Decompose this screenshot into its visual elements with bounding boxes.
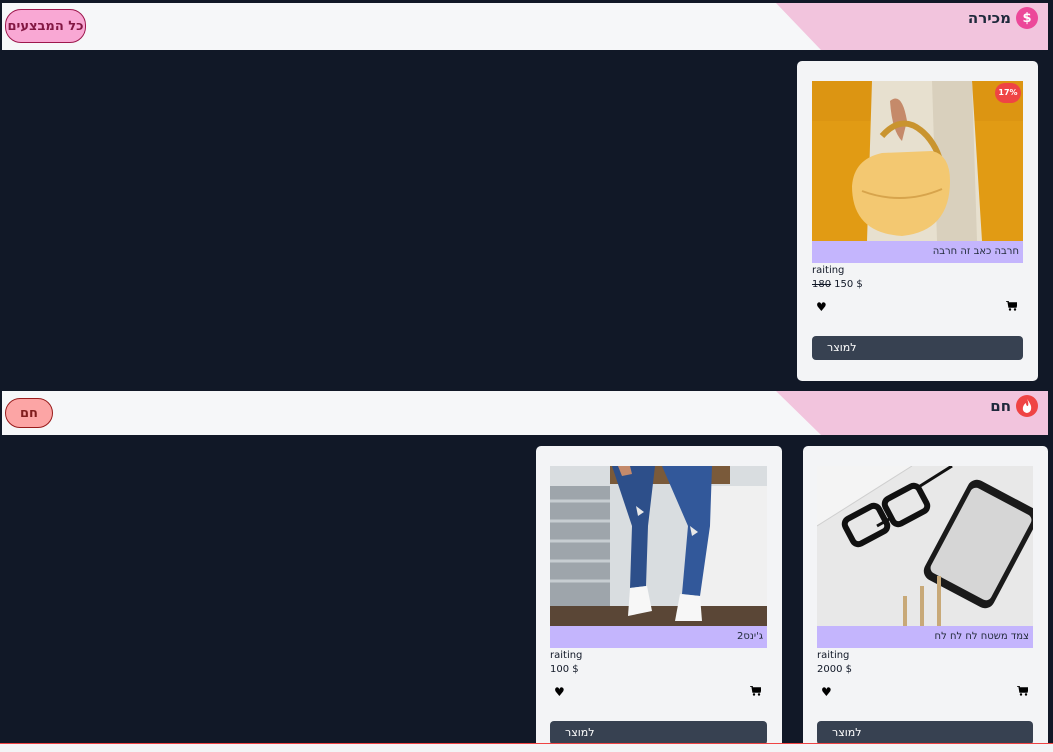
product-title: צמד משטח לח לח לח	[817, 626, 1033, 648]
product-card: 17% חרבה כאב זה חרבה raiting 180 150 $ ♥ …	[797, 61, 1038, 381]
heart-icon[interactable]: ♥	[821, 686, 832, 698]
product-rating: raiting	[550, 650, 583, 661]
view-product-button[interactable]: למוצר	[812, 336, 1023, 360]
hot-section-header: חם חם	[2, 391, 1048, 435]
heart-icon[interactable]: ♥	[816, 301, 827, 313]
product-rating: raiting	[817, 650, 850, 661]
current-price: 100 $	[550, 664, 579, 675]
sale-section-header: מכירה $ כל המבצעים	[2, 3, 1048, 50]
view-product-button[interactable]: למוצר	[550, 721, 767, 745]
product-image[interactable]: 17%	[812, 81, 1023, 241]
product-image[interactable]	[817, 466, 1033, 626]
all-deals-button[interactable]: כל המבצעים	[5, 9, 86, 43]
view-product-button[interactable]: למוצר	[817, 721, 1033, 745]
old-price: 180	[812, 279, 832, 290]
fire-icon	[1016, 395, 1038, 417]
current-price: 2000 $	[817, 664, 852, 675]
hot-section-title: חם	[990, 395, 1038, 417]
hot-button[interactable]: חם	[5, 398, 53, 428]
discount-badge: 17%	[995, 83, 1021, 103]
hot-title-text: חם	[990, 397, 1011, 415]
product-price: 180 150 $	[812, 279, 863, 290]
sale-section-title: מכירה $	[968, 7, 1038, 29]
product-price: 100 $	[550, 664, 579, 675]
product-rating: raiting	[812, 265, 845, 276]
product-image[interactable]	[550, 466, 767, 626]
product-card: צמד משטח לח לח לח raiting 2000 $ ♥ למוצר	[803, 446, 1048, 751]
cart-icon[interactable]	[1006, 300, 1018, 313]
product-card: ג'ינס2 raiting 100 $ ♥ למוצר	[536, 446, 782, 751]
cart-icon[interactable]	[750, 685, 762, 698]
current-price: 150 $	[834, 279, 863, 290]
heart-icon[interactable]: ♥	[554, 686, 565, 698]
sale-title-text: מכירה	[967, 9, 1011, 27]
dollar-icon: $	[1016, 7, 1038, 29]
product-title: חרבה כאב זה חרבה	[812, 241, 1023, 263]
cart-icon[interactable]	[1017, 685, 1029, 698]
product-title: ג'ינס2	[550, 626, 767, 648]
product-price: 2000 $	[817, 664, 852, 675]
